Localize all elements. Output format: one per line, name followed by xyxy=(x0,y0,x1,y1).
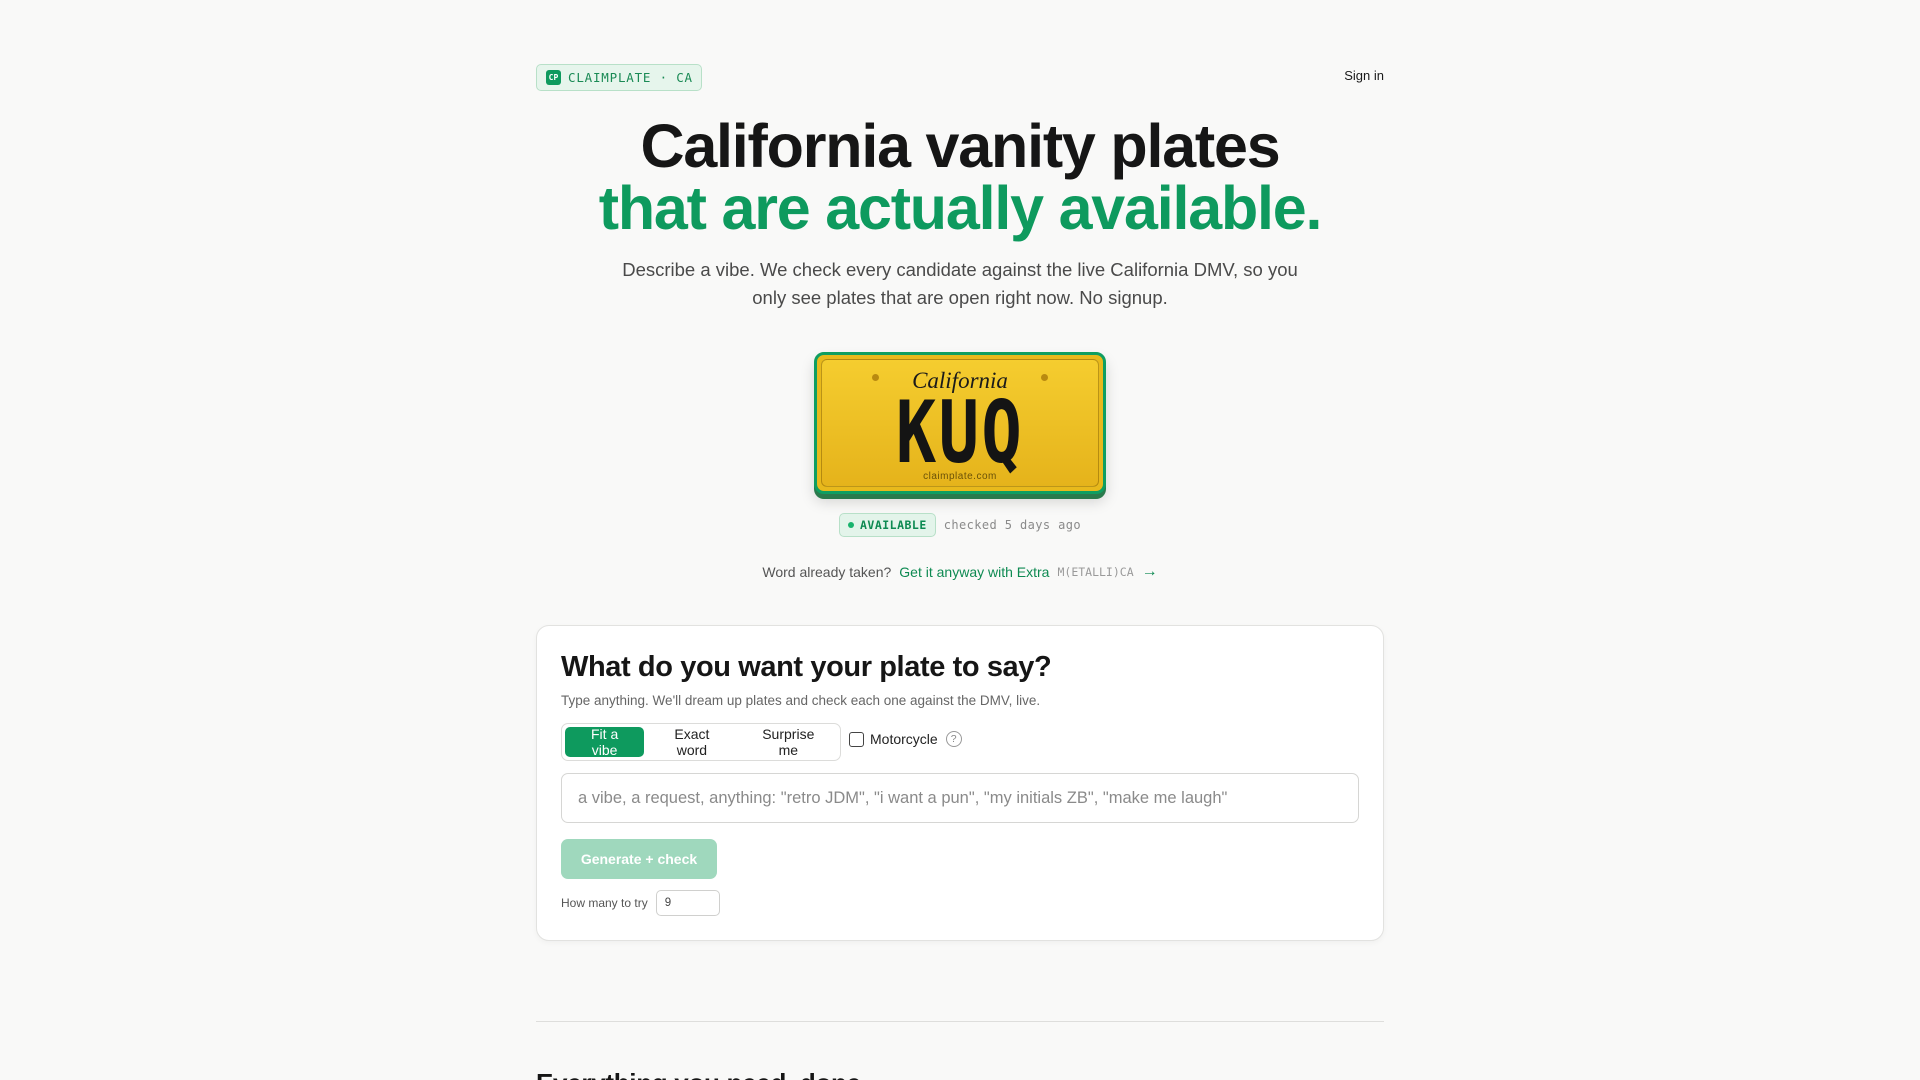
extra-promo: Word already taken? Get it anyway with E… xyxy=(536,563,1384,581)
plate-face: California KUQ claimplate.com xyxy=(821,359,1099,487)
availability-status: AVAILABLE checked 5 days ago xyxy=(536,513,1384,537)
how-many-label: How many to try xyxy=(561,896,648,910)
status-badge: AVAILABLE xyxy=(838,513,936,537)
mode-surprise-me-button[interactable]: Surprise me xyxy=(740,726,837,758)
checked-timestamp: checked 5 days ago xyxy=(943,518,1082,532)
brand-name: CLAIMPLATE · CA xyxy=(568,70,693,85)
hero-subtitle: Describe a vibe. We check every candidat… xyxy=(622,259,1298,308)
status-badge-label: AVAILABLE xyxy=(859,518,927,532)
mode-exact-word-button[interactable]: Exact word xyxy=(646,726,737,758)
how-many-control: How many to try xyxy=(561,890,720,916)
plate-generator-card: What do you want your plate to say? Type… xyxy=(536,625,1384,941)
motorcycle-option[interactable]: Motorcycle ? xyxy=(849,727,962,751)
hero-title: California vanity plates xyxy=(640,112,1280,180)
motorcycle-label: Motorcycle xyxy=(870,731,938,747)
plate-text: KUQ xyxy=(895,383,1025,483)
extra-example-code: M(ETALLI)CA xyxy=(1057,565,1134,579)
next-section-heading: Everything you need, done. xyxy=(536,1068,868,1080)
motorcycle-checkbox[interactable] xyxy=(849,731,864,747)
mode-fit-a-vibe-button[interactable]: Fit a vibe xyxy=(565,726,645,758)
page-container: CP CLAIMPLATE · CA Sign in California va… xyxy=(536,0,1384,1080)
brand-tag[interactable]: CP CLAIMPLATE · CA xyxy=(536,64,702,91)
extra-link[interactable]: Get it anyway with Extra xyxy=(899,564,1049,580)
generate-check-button[interactable]: Generate + check xyxy=(561,839,717,879)
extra-question: Word already taken? xyxy=(762,564,892,580)
mode-selector: Fit a vibe Exact word Surprise me xyxy=(561,723,841,761)
arrow-right-icon[interactable]: → xyxy=(1142,563,1158,581)
card-subtitle: Type anything. We'll dream up plates and… xyxy=(561,693,1041,708)
section-divider xyxy=(536,1021,1384,1022)
brand-logo-icon: CP xyxy=(546,70,561,85)
license-plate-preview: California KUQ claimplate.com xyxy=(814,352,1106,494)
help-icon[interactable]: ? xyxy=(945,731,962,747)
card-title: What do you want your plate to say? xyxy=(561,651,1052,683)
status-dot-icon xyxy=(847,522,854,528)
plate-footer: claimplate.com xyxy=(923,471,997,482)
how-many-input[interactable] xyxy=(655,890,720,916)
hero-title-highlight: that are actually available. xyxy=(598,174,1323,242)
sign-in-link[interactable]: Sign in xyxy=(1344,68,1384,83)
plate-prompt-input[interactable] xyxy=(561,773,1359,823)
